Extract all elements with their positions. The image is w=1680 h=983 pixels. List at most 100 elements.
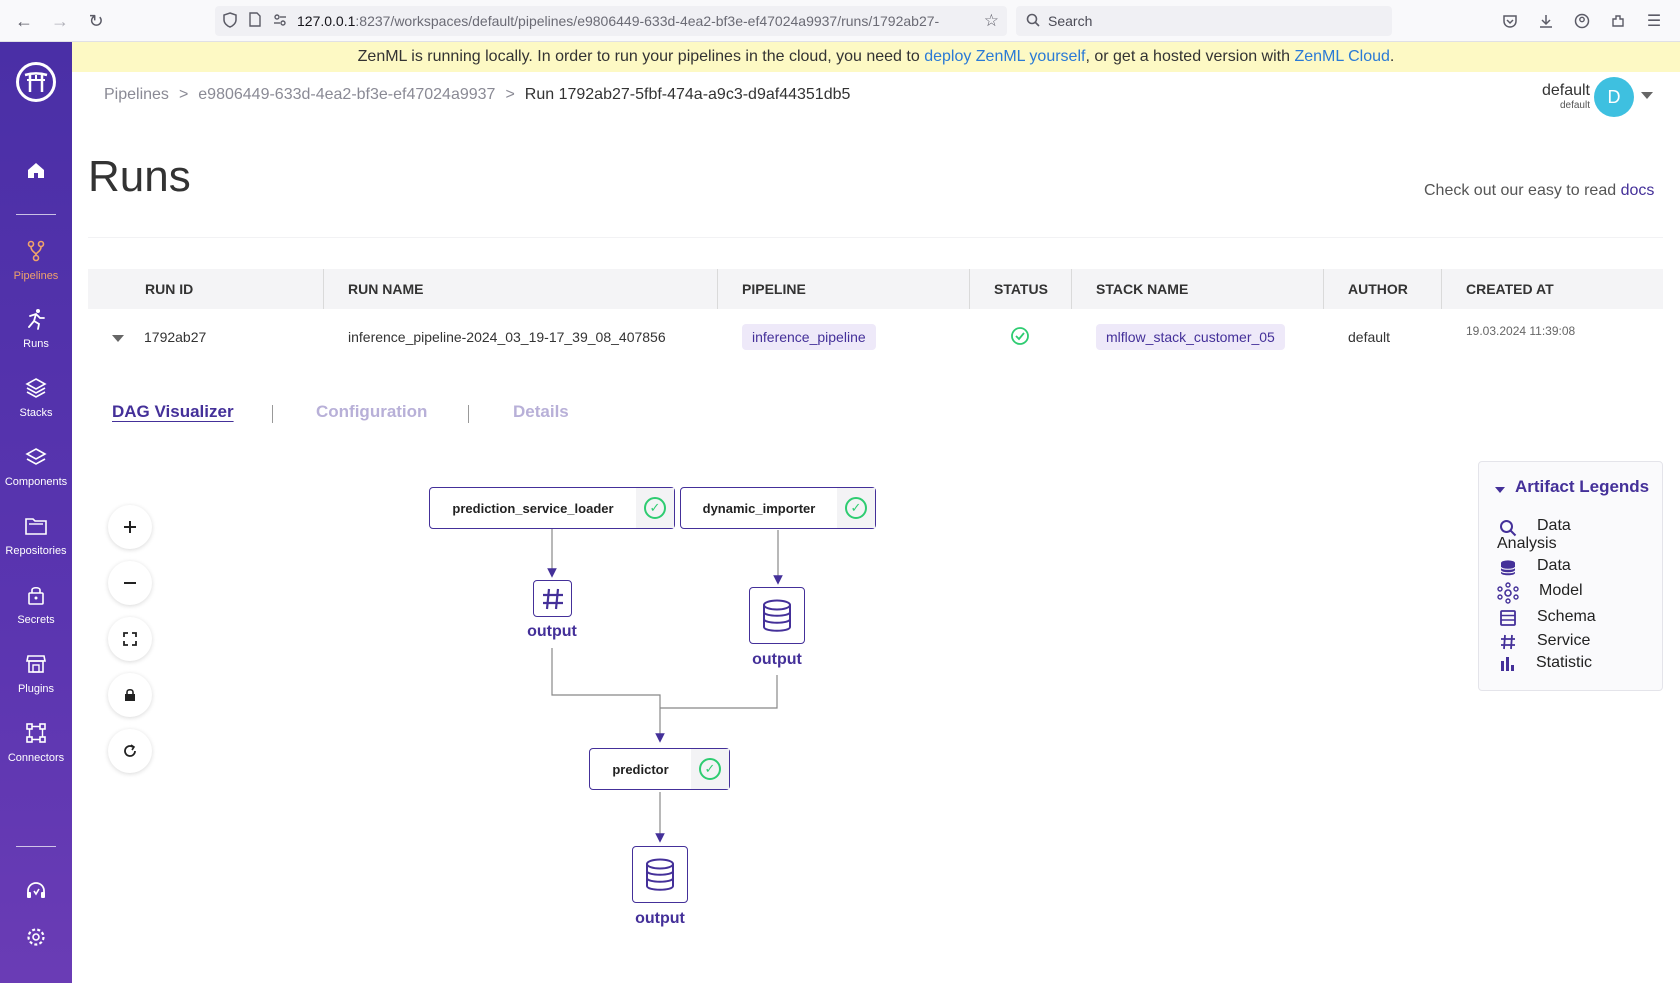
chevron-down-icon[interactable] bbox=[1641, 92, 1653, 99]
zoom-out-button[interactable] bbox=[108, 561, 152, 605]
column-header-run-name[interactable]: RUN NAME bbox=[348, 269, 423, 309]
status-completed-icon bbox=[1010, 316, 1030, 366]
sidebar-divider bbox=[16, 846, 56, 847]
column-header-created-at[interactable]: CREATED AT bbox=[1466, 269, 1554, 309]
legend-title[interactable]: Artifact Legends bbox=[1515, 477, 1649, 497]
refresh-layout-button[interactable] bbox=[108, 729, 152, 773]
sidebar-item-label: Components bbox=[4, 476, 68, 488]
chevron-down-icon bbox=[112, 335, 124, 342]
breadcrumb-current-run: Run 1792ab27-5fbf-474a-a9c3-d9af44351db5 bbox=[524, 86, 851, 103]
legend-item-label: Service bbox=[1537, 632, 1591, 649]
sidebar-item-plugins[interactable]: Plugins bbox=[0, 653, 72, 695]
sidebar-item-settings[interactable] bbox=[0, 926, 72, 956]
column-divider bbox=[1441, 269, 1442, 309]
sidebar-item-label: Runs bbox=[23, 338, 49, 350]
sidebar-item-connectors[interactable]: Connectors bbox=[0, 722, 72, 764]
tab-dag-visualizer[interactable]: DAG Visualizer bbox=[112, 402, 234, 422]
headset-icon bbox=[0, 880, 72, 906]
sidebar-item-home[interactable] bbox=[0, 160, 72, 190]
tab-details[interactable]: Details bbox=[513, 402, 569, 422]
run-id-cell[interactable]: 1792ab27 bbox=[144, 312, 206, 362]
column-header-author[interactable]: AUTHOR bbox=[1348, 269, 1408, 309]
step-status: ✓ bbox=[691, 749, 729, 789]
forward-icon[interactable]: → bbox=[44, 5, 76, 37]
pipeline-pill[interactable]: inference_pipeline bbox=[742, 324, 876, 350]
sidebar-item-pipelines[interactable]: Pipelines bbox=[0, 240, 72, 282]
avatar[interactable]: D bbox=[1594, 77, 1634, 117]
sidebar-item-stacks[interactable]: Stacks bbox=[0, 377, 72, 419]
breadcrumb-pipelines[interactable]: Pipelines bbox=[104, 86, 169, 104]
docs-hint-text: Check out our easy to read bbox=[1424, 182, 1621, 199]
edge-output2-to-predictor bbox=[660, 675, 778, 709]
sidebar-item-runs[interactable]: Runs bbox=[0, 308, 72, 350]
fit-view-icon bbox=[123, 632, 137, 646]
expand-row-toggle[interactable] bbox=[112, 312, 124, 362]
hash-icon bbox=[1497, 631, 1519, 653]
search-icon bbox=[1026, 13, 1040, 30]
user-name: default bbox=[1541, 82, 1590, 99]
created-at-cell: 19.03.2024 11:39:08 bbox=[1466, 324, 1576, 338]
secrets-icon bbox=[0, 584, 72, 610]
dag-step-node[interactable]: predictor ✓ bbox=[589, 748, 730, 790]
url-text: 127.0.0.1:8237/workspaces/default/pipeli… bbox=[297, 13, 967, 29]
pipeline-cell: inference_pipeline bbox=[742, 312, 876, 362]
dag-step-node[interactable]: dynamic_importer ✓ bbox=[680, 487, 876, 529]
pocket-icon[interactable] bbox=[1500, 11, 1520, 31]
sidebar-item-support[interactable] bbox=[0, 880, 72, 910]
tab-configuration[interactable]: Configuration bbox=[316, 402, 427, 422]
plugins-icon bbox=[0, 653, 72, 679]
title-divider bbox=[88, 237, 1663, 238]
step-status: ✓ bbox=[636, 488, 674, 528]
sidebar-item-secrets[interactable]: Secrets bbox=[0, 584, 72, 626]
dag-artifact-node[interactable] bbox=[533, 580, 572, 617]
table-row[interactable]: 1792ab27 inference_pipeline-2024_03_19-1… bbox=[88, 312, 1663, 362]
sidebar-divider bbox=[16, 214, 56, 215]
dag-artifact-node[interactable] bbox=[749, 587, 805, 644]
lock-view-button[interactable] bbox=[108, 673, 152, 717]
pipelines-icon bbox=[0, 240, 72, 266]
column-header-pipeline[interactable]: PIPELINE bbox=[742, 269, 806, 309]
column-header-stack-name[interactable]: STACK NAME bbox=[1096, 269, 1188, 309]
menu-icon[interactable]: ☰ bbox=[1644, 11, 1664, 31]
column-header-run-id[interactable]: RUN ID bbox=[145, 269, 193, 309]
extensions-icon[interactable] bbox=[1608, 11, 1628, 31]
check-circle-icon: ✓ bbox=[845, 497, 867, 519]
step-status: ✓ bbox=[837, 488, 875, 528]
page-title: Runs bbox=[88, 152, 191, 201]
banner-text-end: . bbox=[1389, 48, 1395, 65]
account-icon[interactable] bbox=[1572, 11, 1592, 31]
sidebar-item-label: Plugins bbox=[17, 683, 55, 695]
hash-icon bbox=[542, 588, 563, 609]
chevron-down-icon[interactable] bbox=[1495, 487, 1505, 493]
url-bar[interactable]: 127.0.0.1:8237/workspaces/default/pipeli… bbox=[215, 6, 1007, 36]
bookmark-star-icon[interactable]: ☆ bbox=[984, 11, 999, 31]
sidebar-item-label: Stacks bbox=[19, 407, 53, 419]
check-circle-icon: ✓ bbox=[699, 758, 721, 780]
artifact-legends-panel: Artifact Legends Data Analysis Data Mode… bbox=[1478, 461, 1663, 691]
column-header-status[interactable]: STATUS bbox=[994, 269, 1048, 309]
run-name-cell: inference_pipeline-2024_03_19-17_39_08_4… bbox=[348, 329, 666, 345]
zenml-logo[interactable] bbox=[16, 62, 56, 102]
back-icon[interactable]: ← bbox=[8, 5, 40, 37]
site-settings-icon[interactable] bbox=[273, 13, 287, 30]
dag-step-node[interactable]: prediction_service_loader ✓ bbox=[429, 487, 675, 529]
user-info[interactable]: default default bbox=[1534, 82, 1590, 111]
stack-name-cell: mlflow_stack_customer_05 bbox=[1096, 312, 1285, 362]
breadcrumb-pipeline-id[interactable]: e9806449-633d-4ea2-bf3e-ef47024a9937 bbox=[198, 86, 495, 104]
zoom-in-button[interactable] bbox=[108, 505, 152, 549]
stack-pill[interactable]: mlflow_stack_customer_05 bbox=[1096, 324, 1285, 350]
artifact-label: output bbox=[527, 623, 577, 640]
sidebar-item-label: Secrets bbox=[17, 614, 55, 626]
download-icon[interactable] bbox=[1536, 11, 1556, 31]
url-host: 127.0.0.1 bbox=[297, 13, 356, 29]
sidebar-item-components[interactable]: Components bbox=[0, 446, 72, 488]
zenml-cloud-link[interactable]: ZenML Cloud bbox=[1294, 48, 1389, 65]
artifact-label: output bbox=[752, 651, 802, 668]
sidebar-item-repositories[interactable]: Repositories bbox=[0, 515, 72, 557]
browser-search-box[interactable]: Search bbox=[1016, 6, 1392, 36]
dag-artifact-node[interactable] bbox=[632, 846, 688, 903]
fit-view-button[interactable] bbox=[108, 617, 152, 661]
docs-link[interactable]: docs bbox=[1621, 182, 1655, 199]
deploy-zenml-link[interactable]: deploy ZenML yourself bbox=[924, 48, 1085, 65]
reload-icon[interactable]: ↻ bbox=[80, 5, 112, 37]
